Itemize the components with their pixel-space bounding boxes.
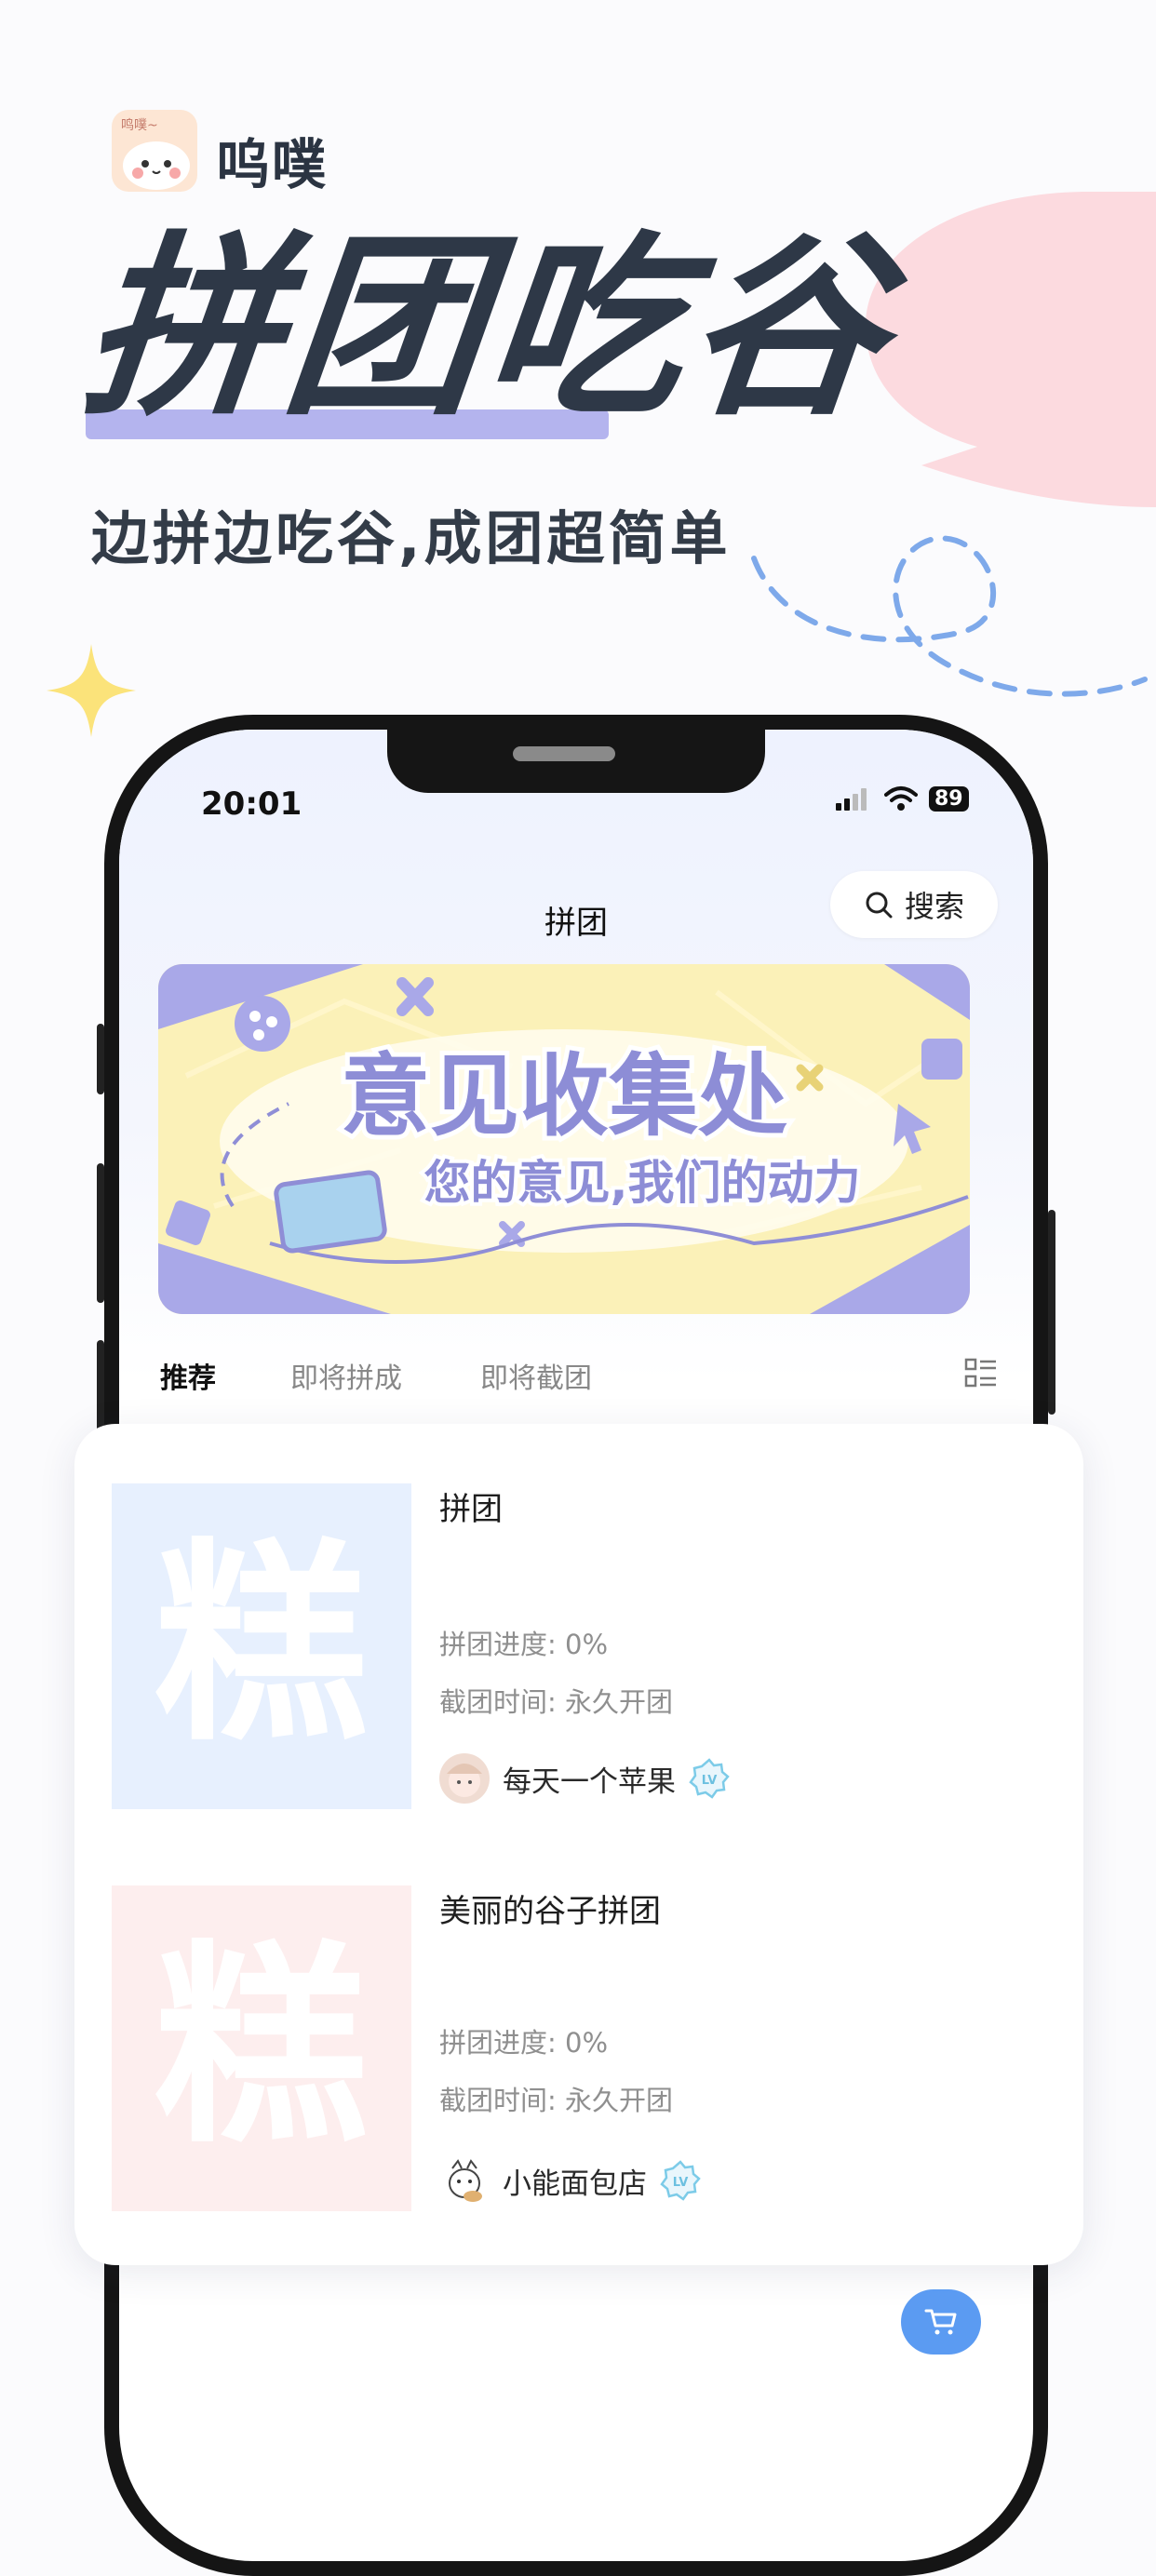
signal-icon xyxy=(836,788,867,811)
phone-notch xyxy=(387,730,765,793)
app-logo: 鸣噗~ xyxy=(112,110,197,192)
speech-bubble-decoration xyxy=(866,192,1156,507)
seller-name: 小能面包店 xyxy=(503,2167,647,2201)
item-progress: 拼团进度: 0% xyxy=(439,1629,608,1660)
tab-almost-complete[interactable]: 即将拼成 xyxy=(290,1355,402,1396)
level-badge-icon: LV xyxy=(689,1758,730,1799)
phone-side-button xyxy=(1048,1210,1055,1415)
item-progress: 拼团进度: 0% xyxy=(439,2027,608,2059)
item-title: 美丽的谷子拼团 xyxy=(439,1893,661,1930)
dashed-loop-decoration xyxy=(751,535,1148,697)
item-seller[interactable]: 小能面包店 LV xyxy=(439,2155,701,2206)
item-thumbnail: 糕 xyxy=(112,1483,411,1809)
hero-subtitle: 边拼边吃谷,成团超简单 xyxy=(91,504,732,572)
list-item[interactable]: 糕 美丽的谷子拼团 拼团进度: 0% 截团时间: 永久开团 小能面包店 LV xyxy=(112,1885,1042,2211)
status-time: 20:01 xyxy=(201,785,302,823)
sparkle-star-icon xyxy=(47,644,136,737)
avatar xyxy=(439,2155,490,2206)
tab-closing-soon[interactable]: 即将截团 xyxy=(480,1355,592,1396)
list-item[interactable]: 糕 拼团 拼团进度: 0% 截团时间: 永久开团 每天一个苹果 LV xyxy=(112,1483,1042,1809)
tab-recommended[interactable]: 推荐 xyxy=(160,1355,216,1396)
speaker-grille xyxy=(513,746,615,761)
item-deadline: 截团时间: 永久开团 xyxy=(439,2085,673,2116)
cart-icon xyxy=(924,2309,957,2335)
feedback-banner[interactable]: 意见收集处 您的意见,我们的动力 xyxy=(158,964,970,1314)
status-icons: 89 xyxy=(836,785,969,812)
thumbnail-char: 糕 xyxy=(154,1924,369,2172)
search-icon xyxy=(866,892,893,919)
list-view-icon[interactable] xyxy=(964,1357,998,1390)
brand-name: 呜噗 xyxy=(216,133,329,196)
avatar xyxy=(439,1753,490,1804)
wifi-icon xyxy=(884,786,918,811)
item-seller[interactable]: 每天一个苹果 LV xyxy=(439,1753,730,1804)
phone-side-button xyxy=(97,1163,104,1303)
hero-headline: 拼团吃谷 xyxy=(74,214,902,442)
seller-name: 每天一个苹果 xyxy=(503,1764,676,1799)
group-buy-list: 糕 拼团 拼团进度: 0% 截团时间: 永久开团 每天一个苹果 LV 糕 美丽的… xyxy=(74,1424,1083,2265)
level-badge-label: LV xyxy=(673,2176,689,2190)
item-thumbnail: 糕 xyxy=(112,1885,411,2211)
cart-button[interactable] xyxy=(901,2289,981,2355)
thumbnail-char: 糕 xyxy=(154,1522,369,1770)
item-deadline: 截团时间: 永久开团 xyxy=(439,1686,673,1718)
level-badge-icon: LV xyxy=(660,2160,701,2201)
phone-side-button xyxy=(97,1024,104,1094)
banner-artwork: 意见收集处 您的意见,我们的动力 xyxy=(158,964,970,1314)
search-button[interactable]: 搜索 xyxy=(830,871,998,938)
category-tabs: 推荐 即将拼成 即将截团 xyxy=(160,1355,998,1411)
banner-title: 意见收集处 xyxy=(341,1044,787,1148)
battery-indicator: 89 xyxy=(929,785,969,812)
banner-subtitle: 您的意见,我们的动力 xyxy=(424,1156,861,1210)
search-label: 搜索 xyxy=(904,889,964,924)
logo-tag: 鸣噗~ xyxy=(121,118,158,133)
level-badge-label: LV xyxy=(702,1774,718,1788)
item-title: 拼团 xyxy=(439,1491,503,1528)
